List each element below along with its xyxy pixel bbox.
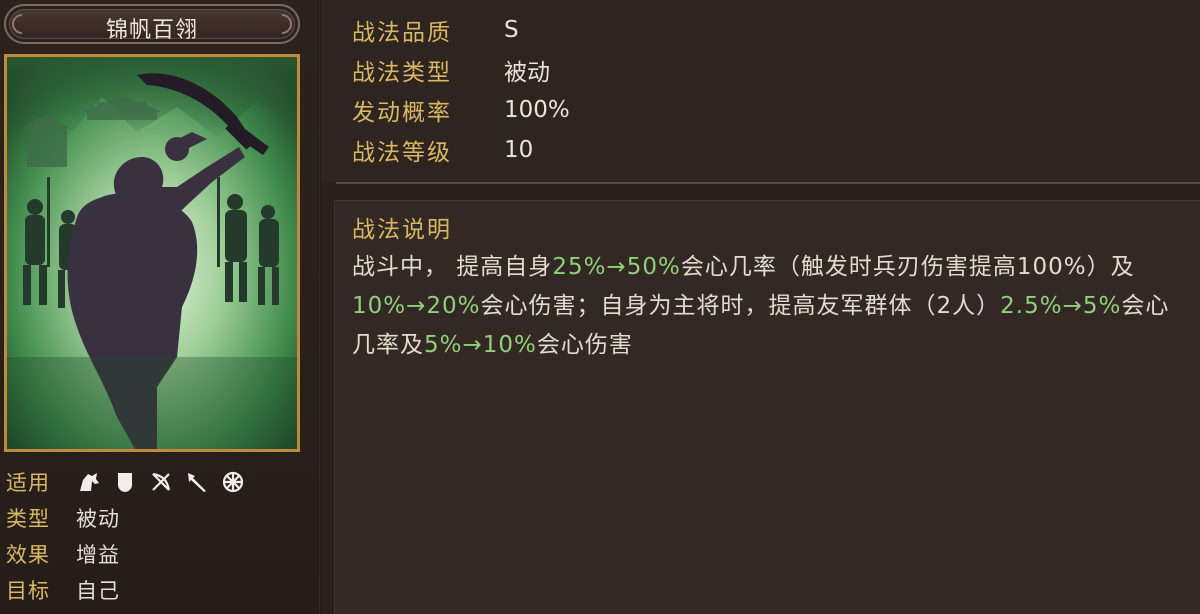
stat-rate-label: 发动概率 bbox=[352, 100, 452, 126]
desc-highlight: 2.5%→5% bbox=[1000, 293, 1122, 319]
stat-rate-value: 100% bbox=[504, 97, 570, 123]
attr-applicable-row: 适用 bbox=[6, 466, 246, 498]
skill-card-panel: 锦帆百翎 适用 类型 被动 效果 增益 目标 自己 bbox=[0, 0, 318, 614]
stat-type-label: 战法类型 bbox=[352, 60, 452, 86]
stat-level-row: 战法等级 10 bbox=[352, 132, 533, 168]
attr-target-row: 目标 自己 bbox=[6, 574, 120, 606]
stat-quality-row: 战法品质 S bbox=[352, 12, 519, 48]
stat-type-row: 战法类型 被动 bbox=[352, 52, 550, 88]
stat-quality-label: 战法品质 bbox=[352, 20, 452, 46]
skill-artwork-image bbox=[7, 57, 297, 449]
skill-name-plate: 锦帆百翎 bbox=[4, 4, 300, 44]
skill-artwork bbox=[4, 54, 300, 452]
attr-target-label: 目标 bbox=[6, 579, 50, 603]
skill-detail-screen: 锦帆百翎 适用 类型 被动 效果 增益 目标 自己 战法品质 S 战法类型 被动… bbox=[0, 0, 1200, 614]
desc-highlight: 10%→20% bbox=[352, 293, 481, 319]
attr-type-row: 类型 被动 bbox=[6, 502, 120, 534]
cavalry-icon bbox=[76, 469, 102, 495]
shield-icon bbox=[112, 469, 138, 495]
desc-highlight: 5%→10% bbox=[424, 332, 537, 358]
attr-type-value: 被动 bbox=[76, 507, 120, 531]
stats-divider bbox=[336, 182, 1200, 184]
stat-rate-row: 发动概率 100% bbox=[352, 92, 570, 128]
desc-segment: 会心伤害；自身为主将时，提高友军群体（2人） bbox=[480, 293, 1001, 319]
desc-segment: 会心几率（触发时兵刃伤害提高100%）及 bbox=[680, 254, 1135, 280]
attr-effect-label: 效果 bbox=[6, 543, 50, 567]
desc-highlight: 25%→50% bbox=[552, 254, 681, 280]
stat-type-value: 被动 bbox=[504, 60, 550, 86]
wheel-icon bbox=[220, 469, 246, 495]
troop-type-icons bbox=[76, 469, 246, 495]
spear-icon bbox=[184, 469, 210, 495]
stat-level-value: 10 bbox=[504, 137, 534, 163]
desc-segment: 会心伤害 bbox=[536, 332, 633, 358]
attr-target-value: 自己 bbox=[76, 579, 120, 603]
attr-applicable-label: 适用 bbox=[6, 471, 50, 495]
attr-effect-value: 增益 bbox=[76, 543, 120, 567]
attr-type-label: 类型 bbox=[6, 507, 50, 531]
bow-icon bbox=[148, 469, 174, 495]
description-title: 战法说明 bbox=[352, 217, 452, 243]
stat-quality-value: S bbox=[504, 17, 519, 43]
stat-level-label: 战法等级 bbox=[352, 140, 452, 166]
description-text: 战斗中， 提高自身25%→50%会心几率（触发时兵刃伤害提高100%）及 10%→… bbox=[352, 248, 1192, 365]
desc-segment: 战斗中， 提高自身 bbox=[352, 254, 553, 280]
skill-name: 锦帆百翎 bbox=[105, 18, 198, 43]
attr-effect-row: 效果 增益 bbox=[6, 538, 120, 570]
